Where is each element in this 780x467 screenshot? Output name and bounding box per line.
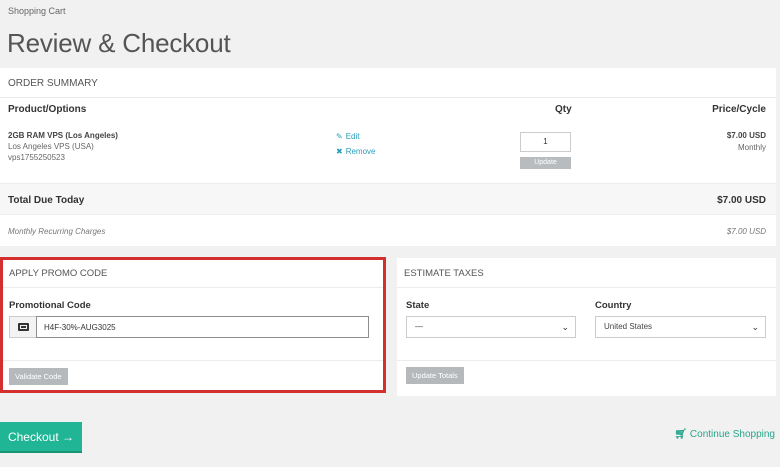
edit-link[interactable]: ✎ Edit: [336, 132, 360, 141]
product-hostname: vps1755250523: [8, 153, 65, 162]
state-value: —: [415, 322, 423, 331]
validate-code-button[interactable]: Validate Code: [9, 368, 68, 385]
state-label: State: [406, 300, 430, 311]
close-icon: ✖: [336, 147, 343, 156]
pencil-icon: ✎: [336, 132, 343, 141]
chevron-down-icon: ⌄: [561, 322, 569, 332]
country-select[interactable]: United States ⌄: [595, 316, 766, 338]
ticket-icon: [17, 323, 29, 331]
product-group: Los Angeles VPS (USA): [8, 142, 94, 151]
promo-input-group: [9, 316, 369, 338]
page-title: Review & Checkout: [7, 28, 231, 58]
col-price-header: Price/Cycle: [712, 104, 766, 115]
tax-divider: [397, 360, 776, 361]
recurring-value: $7.00 USD: [726, 227, 766, 236]
col-product-header: Product/Options: [8, 104, 87, 115]
continue-shopping-link[interactable]: 🛒︎ Continue Shopping: [674, 429, 775, 440]
promo-panel: APPLY PROMO CODE Promotional Code Valida…: [2, 258, 383, 390]
remove-link[interactable]: ✖ Remove: [336, 147, 376, 156]
country-label: Country: [595, 300, 632, 311]
item-price: $7.00 USD: [726, 131, 766, 140]
cart-icon: 🛒︎: [674, 429, 687, 440]
update-totals-button[interactable]: Update Totals: [406, 367, 464, 384]
taxes-header: ESTIMATE TAXES: [397, 258, 776, 288]
state-select[interactable]: — ⌄: [406, 316, 576, 338]
col-qty-header: Qty: [555, 104, 572, 115]
promo-header: APPLY PROMO CODE: [2, 258, 383, 288]
update-button[interactable]: Update: [520, 157, 571, 169]
promo-addon: [9, 316, 36, 338]
promo-divider: [2, 360, 383, 361]
breadcrumb[interactable]: Shopping Cart: [8, 6, 66, 16]
country-value: United States: [604, 322, 653, 331]
taxes-panel: ESTIMATE TAXES State Country — ⌄ United …: [397, 258, 776, 396]
promo-input[interactable]: [36, 316, 369, 338]
qty-input[interactable]: 1: [520, 132, 571, 152]
chevron-down-icon: ⌄: [751, 322, 759, 332]
total-value: $7.00 USD: [717, 195, 766, 206]
total-row: Total Due Today $7.00 USD: [0, 183, 776, 215]
product-name: 2GB RAM VPS (Los Angeles): [8, 131, 118, 140]
promo-field-label: Promotional Code: [9, 300, 91, 311]
checkout-button[interactable]: Checkout →: [0, 422, 82, 453]
total-label: Total Due Today: [8, 195, 85, 206]
recurring-label: Monthly Recurring Charges: [8, 227, 106, 236]
item-cycle: Monthly: [737, 143, 766, 152]
order-summary-header: ORDER SUMMARY: [0, 68, 776, 98]
arrow-right-icon: →: [62, 429, 75, 444]
order-summary-panel: ORDER SUMMARY Product/Options Qty Price/…: [0, 68, 776, 246]
